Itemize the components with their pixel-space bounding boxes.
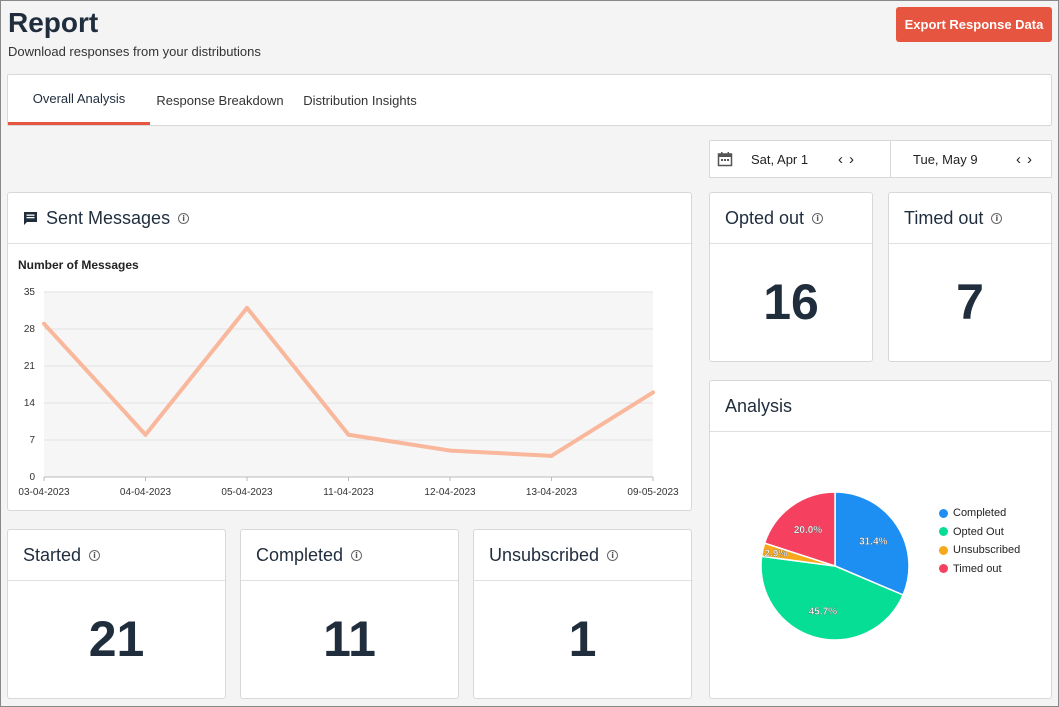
y-tick-label: 0 <box>29 472 35 483</box>
unsubscribed-header: Unsubscribed i <box>474 530 691 581</box>
legend-label: Opted Out <box>953 525 1004 538</box>
message-icon <box>23 211 38 226</box>
pie-value-label: 31.4% <box>859 537 887 548</box>
opted-out-value: 16 <box>763 274 819 330</box>
info-icon[interactable]: i <box>991 212 1003 224</box>
legend-swatch <box>939 545 948 555</box>
legend-swatch <box>939 527 948 537</box>
tab-distribution-insights[interactable]: Distribution Insights <box>290 75 430 125</box>
x-tick-label: 04-04-2023 <box>120 487 172 498</box>
end-date-value: Tue, May 9 <box>913 151 978 167</box>
chart-title: Number of Messages <box>18 258 139 272</box>
legend-item[interactable]: Opted Out <box>939 523 1020 542</box>
tab-response-breakdown[interactable]: Response Breakdown <box>150 75 290 125</box>
export-response-data-button[interactable]: Export Response Data <box>896 7 1052 42</box>
x-tick-label: 11-04-2023 <box>323 487 374 498</box>
started-header: Started i <box>8 530 225 581</box>
chevron-left-icon[interactable]: ‹ <box>835 151 846 168</box>
timed-out-label: Timed out <box>904 207 984 228</box>
sent-messages-card: Sent Messages i Number of Messages 0 7 14 21… <box>7 192 692 511</box>
calendar-icon[interactable] <box>717 151 733 167</box>
analysis-title: Analysis <box>725 395 793 416</box>
y-tick-label: 7 <box>29 435 35 446</box>
opted-out-label: Opted out <box>725 207 805 228</box>
tab-bar: Overall Analysis Response Breakdown Dist… <box>7 74 1052 126</box>
opted-out-card: Opted out i 16 <box>709 192 873 362</box>
data-point <box>651 390 655 395</box>
timed-out-value: 7 <box>956 274 984 330</box>
legend-label: Timed out <box>953 562 1002 575</box>
data-point <box>549 453 554 458</box>
info-icon[interactable]: i <box>351 549 363 561</box>
x-tick-label: 09-05-2023 <box>627 487 679 498</box>
x-tick-label: 05-04-2023 <box>221 487 273 498</box>
timed-out-card: Timed out i 7 <box>888 192 1052 362</box>
start-date-value: Sat, Apr 1 <box>751 151 809 167</box>
page-subtitle: Download responses from your distributio… <box>8 44 261 59</box>
legend-item[interactable]: Timed out <box>939 560 1020 579</box>
started-card: Started i 21 <box>7 529 226 699</box>
completed-label: Completed <box>256 544 344 565</box>
chevron-right-icon[interactable]: › <box>846 151 857 168</box>
sent-messages-title: Sent Messages <box>46 207 171 228</box>
info-icon[interactable]: i <box>178 212 190 224</box>
completed-value: 11 <box>323 611 376 667</box>
data-point <box>42 321 46 326</box>
legend-swatch <box>939 564 948 574</box>
timed-out-header: Timed out i <box>889 193 1051 244</box>
legend-item[interactable]: Completed <box>939 504 1020 523</box>
page-title: Report <box>8 7 99 38</box>
legend-label: Unsubscribed <box>953 544 1021 557</box>
y-tick-label: 28 <box>24 324 36 335</box>
info-icon[interactable]: i <box>812 212 824 224</box>
data-point <box>448 448 452 453</box>
y-tick-label: 21 <box>24 361 36 372</box>
sent-messages-chart: Number of Messages 0 7 14 21 28 35 03-04-2023 04… <box>18 258 679 498</box>
completed-card: Completed i 11 <box>240 529 459 699</box>
data-point <box>346 432 351 437</box>
analysis-card: Analysis 31.4% 45.7% 2.9% 20.0% Completed Op… <box>709 380 1052 699</box>
started-label: Started <box>23 544 82 565</box>
y-tick-label: 14 <box>24 398 36 409</box>
data-point <box>245 305 249 310</box>
started-value: 21 <box>88 611 145 667</box>
data-point <box>143 432 148 437</box>
unsubscribed-card: Unsubscribed i 1 <box>473 529 692 699</box>
x-tick-label: 03-04-2023 <box>18 487 70 498</box>
legend-label: Completed <box>953 507 1007 520</box>
y-tick-label: 35 <box>24 287 36 298</box>
legend-swatch <box>939 508 948 518</box>
analysis-header: Analysis <box>710 381 1051 432</box>
x-tick-label: 12-04-2023 <box>424 487 476 498</box>
sent-messages-header: Sent Messages i <box>8 193 691 244</box>
analysis-pie-chart: 31.4% 45.7% 2.9% 20.0% <box>760 491 910 641</box>
pie-value-label: 45.7% <box>809 606 837 617</box>
chevron-right-icon[interactable]: › <box>1024 151 1035 168</box>
completed-header: Completed i <box>241 530 458 581</box>
info-icon[interactable]: i <box>89 549 101 561</box>
chevron-left-icon[interactable]: ‹ <box>1013 151 1024 168</box>
start-date-picker[interactable]: Sat, Apr 1 ‹ › <box>709 140 891 178</box>
opted-out-header: Opted out i <box>710 193 872 244</box>
info-icon[interactable]: i <box>607 549 619 561</box>
end-date-picker[interactable]: Tue, May 9 ‹ › <box>890 140 1052 178</box>
tab-overall-analysis[interactable]: Overall Analysis <box>8 75 150 125</box>
unsubscribed-label: Unsubscribed <box>489 544 600 565</box>
legend-item[interactable]: Unsubscribed <box>939 541 1020 560</box>
unsubscribed-value: 1 <box>568 611 597 667</box>
pie-value-label: 2.9% <box>764 549 787 560</box>
x-tick-label: 13-04-2023 <box>526 487 578 498</box>
analysis-legend: Completed Opted Out Unsubscribed Timed out <box>939 504 1020 578</box>
pie-value-label: 20.0% <box>794 525 822 536</box>
